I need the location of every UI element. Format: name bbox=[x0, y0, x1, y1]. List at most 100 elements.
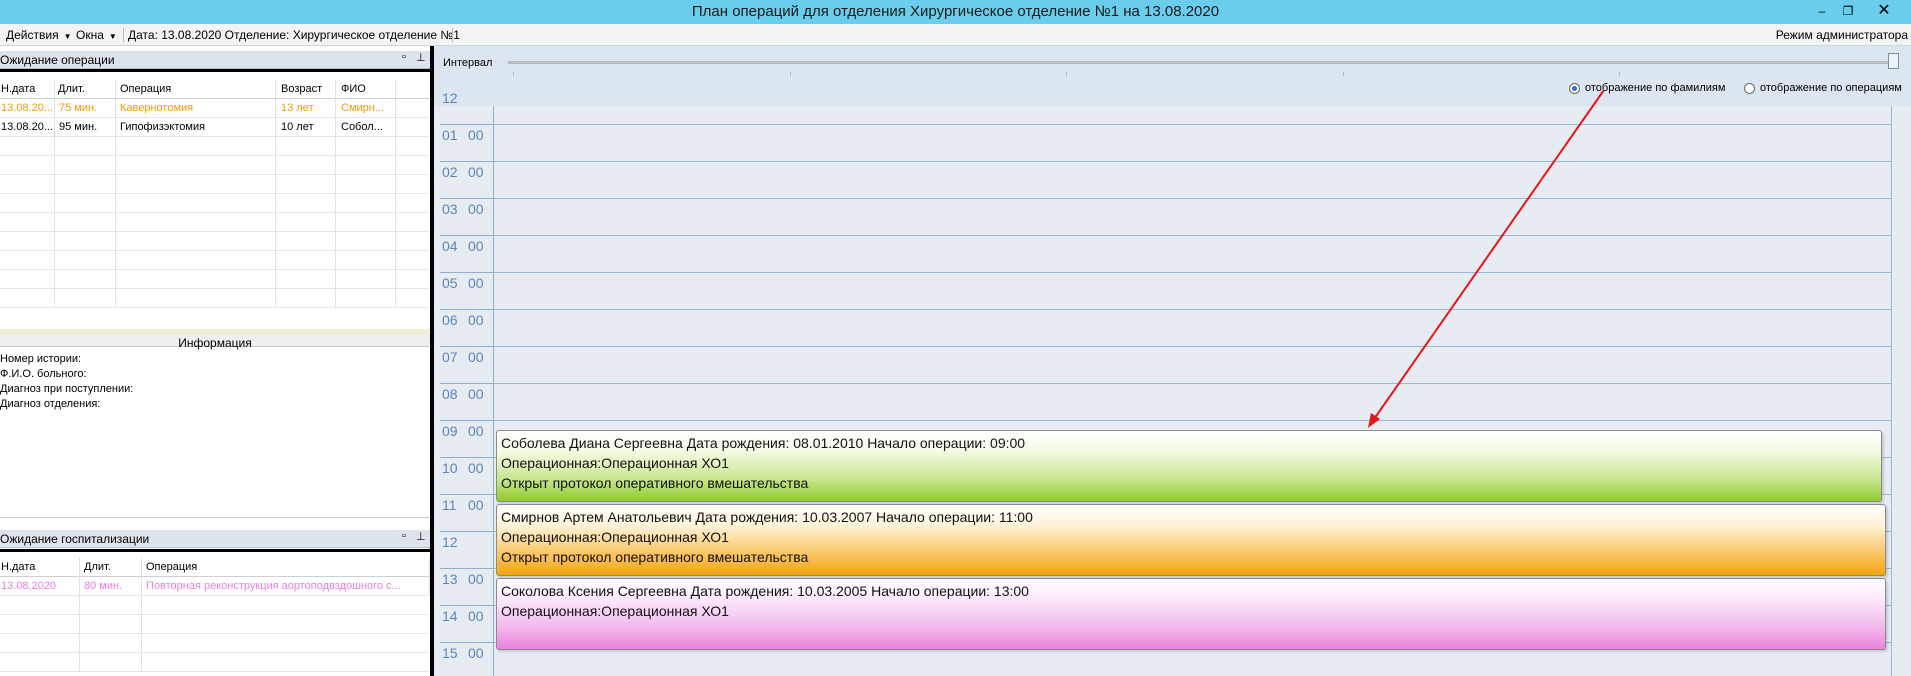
hour-value: 14 bbox=[442, 608, 458, 624]
grid-header-row: Н.дата Длит. Операция bbox=[0, 558, 430, 577]
restore-button[interactable]: ❐ bbox=[1837, 3, 1859, 20]
empty-row bbox=[0, 615, 430, 634]
minute-value: 00 bbox=[468, 645, 484, 661]
slider-tick bbox=[1619, 72, 1620, 76]
info-admission-diagnosis: Диагноз при поступлении: bbox=[0, 383, 134, 395]
hour-value: 10 bbox=[442, 460, 458, 476]
hour-value: 12 bbox=[442, 534, 458, 550]
hour-value: 15 bbox=[442, 645, 458, 661]
cell-date: 13.08.20... bbox=[0, 118, 55, 137]
operation-protocol-line: Открыт протокол оперативного вмешательст… bbox=[501, 475, 809, 491]
radio-selected-icon bbox=[1569, 82, 1580, 94]
column-header[interactable]: ФИО bbox=[336, 80, 396, 99]
empty-row bbox=[0, 175, 430, 194]
hour-label: 12 bbox=[440, 532, 494, 569]
hour-gridline bbox=[494, 235, 1891, 236]
empty-row bbox=[0, 634, 430, 653]
menu-separator bbox=[123, 28, 124, 42]
operation-patient-line: Соболева Диана Сергеевна Дата рождения: … bbox=[501, 435, 1026, 451]
cell-date: 13.08.2020 bbox=[0, 577, 80, 596]
waiting-surgery-title: Ожидание операции bbox=[0, 53, 115, 67]
hour-gridline bbox=[494, 198, 1891, 199]
radio-by-surname[interactable]: отображение по фамилиям bbox=[1569, 82, 1725, 94]
hour-value: 02 bbox=[442, 164, 458, 180]
minute-value: 00 bbox=[468, 164, 484, 180]
hour-label: 06 00 bbox=[440, 310, 494, 347]
cell-operation: Кавернотомия bbox=[116, 99, 276, 118]
empty-row bbox=[0, 213, 430, 232]
hour-label: 14 00 bbox=[440, 606, 494, 643]
admin-mode-label: Режим администратора bbox=[1775, 28, 1908, 42]
hour-value: 04 bbox=[442, 238, 458, 254]
column-header[interactable]: Возраст bbox=[276, 80, 336, 99]
minute-value: 00 bbox=[468, 349, 484, 365]
menu-actions[interactable]: Действия ▼ bbox=[6, 28, 72, 42]
empty-row bbox=[0, 289, 430, 308]
minute-value: 00 bbox=[468, 386, 484, 402]
hour-label: 10 00 bbox=[440, 458, 494, 495]
cell-age: 13 лет bbox=[276, 99, 336, 118]
operation-block[interactable]: Соболева Диана Сергеевна Дата рождения: … bbox=[496, 430, 1882, 502]
operation-patient-line: Смирнов Артем Анатольевич Дата рождения:… bbox=[501, 509, 1033, 525]
waiting-hospitalization-header: Ожидание госпитализации ▫ ⊥ bbox=[0, 530, 430, 548]
hour-label: 07 00 bbox=[440, 347, 494, 384]
minimize-button[interactable]: – bbox=[1811, 3, 1833, 20]
hour-label: 15 00 bbox=[440, 643, 494, 676]
operation-block[interactable]: Соколова Ксения Сергеевна Дата рождения:… bbox=[496, 578, 1886, 650]
column-header[interactable]: Н.дата bbox=[0, 558, 80, 577]
cell-operation: Повторная реконструкция аортоподвздошног… bbox=[142, 577, 430, 596]
hour-value: 06 bbox=[442, 312, 458, 328]
empty-row bbox=[0, 653, 430, 672]
menu-windows-label: Окна bbox=[76, 28, 104, 42]
minute-value: 00 bbox=[468, 497, 484, 513]
waiting-hospitalization-title: Ожидание госпитализации bbox=[0, 532, 150, 546]
hour-gridline bbox=[494, 420, 1891, 421]
minute-value: 00 bbox=[468, 571, 484, 587]
table-row[interactable]: 13.08.20... 95 мин. Гипофизэктомия 10 ле… bbox=[0, 118, 430, 137]
interval-slider-track[interactable] bbox=[508, 61, 1896, 64]
hour-value: 05 bbox=[442, 275, 458, 291]
hour-value: 12 bbox=[442, 90, 458, 106]
menu-bar: Действия ▼ Окна ▼ Дата: 13.08.2020 Отделен… bbox=[0, 24, 1911, 46]
hour-label: 11 00 bbox=[440, 495, 494, 532]
chevron-down-icon: ▼ bbox=[108, 32, 117, 41]
table-row[interactable]: 13.08.20... 75 мин. Кавернотомия 13 лет … bbox=[0, 99, 430, 118]
schedule-right-border bbox=[1891, 106, 1892, 676]
menu-actions-label: Действия bbox=[6, 28, 59, 42]
cell-duration: 95 мин. bbox=[55, 118, 116, 137]
hour-value: 13 bbox=[442, 571, 458, 587]
cell-duration: 75 мин. bbox=[55, 99, 116, 118]
operation-room-line: Операционная:Операционная ХО1 bbox=[501, 455, 729, 471]
cell-name: Собол... bbox=[336, 118, 396, 137]
interval-slider-thumb[interactable] bbox=[1888, 53, 1899, 69]
empty-row bbox=[0, 270, 430, 289]
column-header[interactable]: Операция bbox=[116, 80, 276, 99]
interval-label: Интервал bbox=[443, 57, 493, 69]
menu-windows[interactable]: Окна ▼ bbox=[76, 28, 117, 42]
radio-by-operation[interactable]: отображение по операциям bbox=[1744, 82, 1902, 94]
hour-gridline bbox=[494, 346, 1891, 347]
pin-icon[interactable]: ⊥ bbox=[416, 530, 426, 543]
info-patient-name: Ф.И.О. больного: bbox=[0, 368, 87, 380]
maximize-panel-icon[interactable]: ▫ bbox=[402, 530, 406, 542]
table-row[interactable]: 13.08.2020 80 мин. Повторная реконструкц… bbox=[0, 577, 430, 596]
maximize-panel-icon[interactable]: ▫ bbox=[402, 51, 406, 63]
slider-tick bbox=[1343, 72, 1344, 76]
hour-label: 09 00 bbox=[440, 421, 494, 458]
hour-gridline bbox=[494, 124, 1891, 125]
column-header[interactable]: Н.дата bbox=[0, 80, 55, 99]
cell-age: 10 лет bbox=[276, 118, 336, 137]
close-button[interactable]: ✕ bbox=[1862, 3, 1906, 20]
chevron-down-icon: ▼ bbox=[63, 32, 72, 41]
window-title: План операций для отделения Хирургическо… bbox=[691, 3, 1220, 20]
pin-icon[interactable]: ⊥ bbox=[416, 51, 426, 64]
cell-name: Смирн... bbox=[336, 99, 396, 118]
slider-tick bbox=[513, 72, 514, 76]
empty-row bbox=[0, 596, 430, 615]
column-header[interactable]: Длит. bbox=[55, 80, 116, 99]
cell-operation: Гипофизэктомия bbox=[116, 118, 276, 137]
hour-label: 13 00 bbox=[440, 569, 494, 606]
column-header[interactable]: Длит. bbox=[80, 558, 142, 577]
column-header[interactable]: Операция bbox=[142, 558, 430, 577]
operation-block[interactable]: Смирнов Артем Анатольевич Дата рождения:… bbox=[496, 504, 1886, 576]
